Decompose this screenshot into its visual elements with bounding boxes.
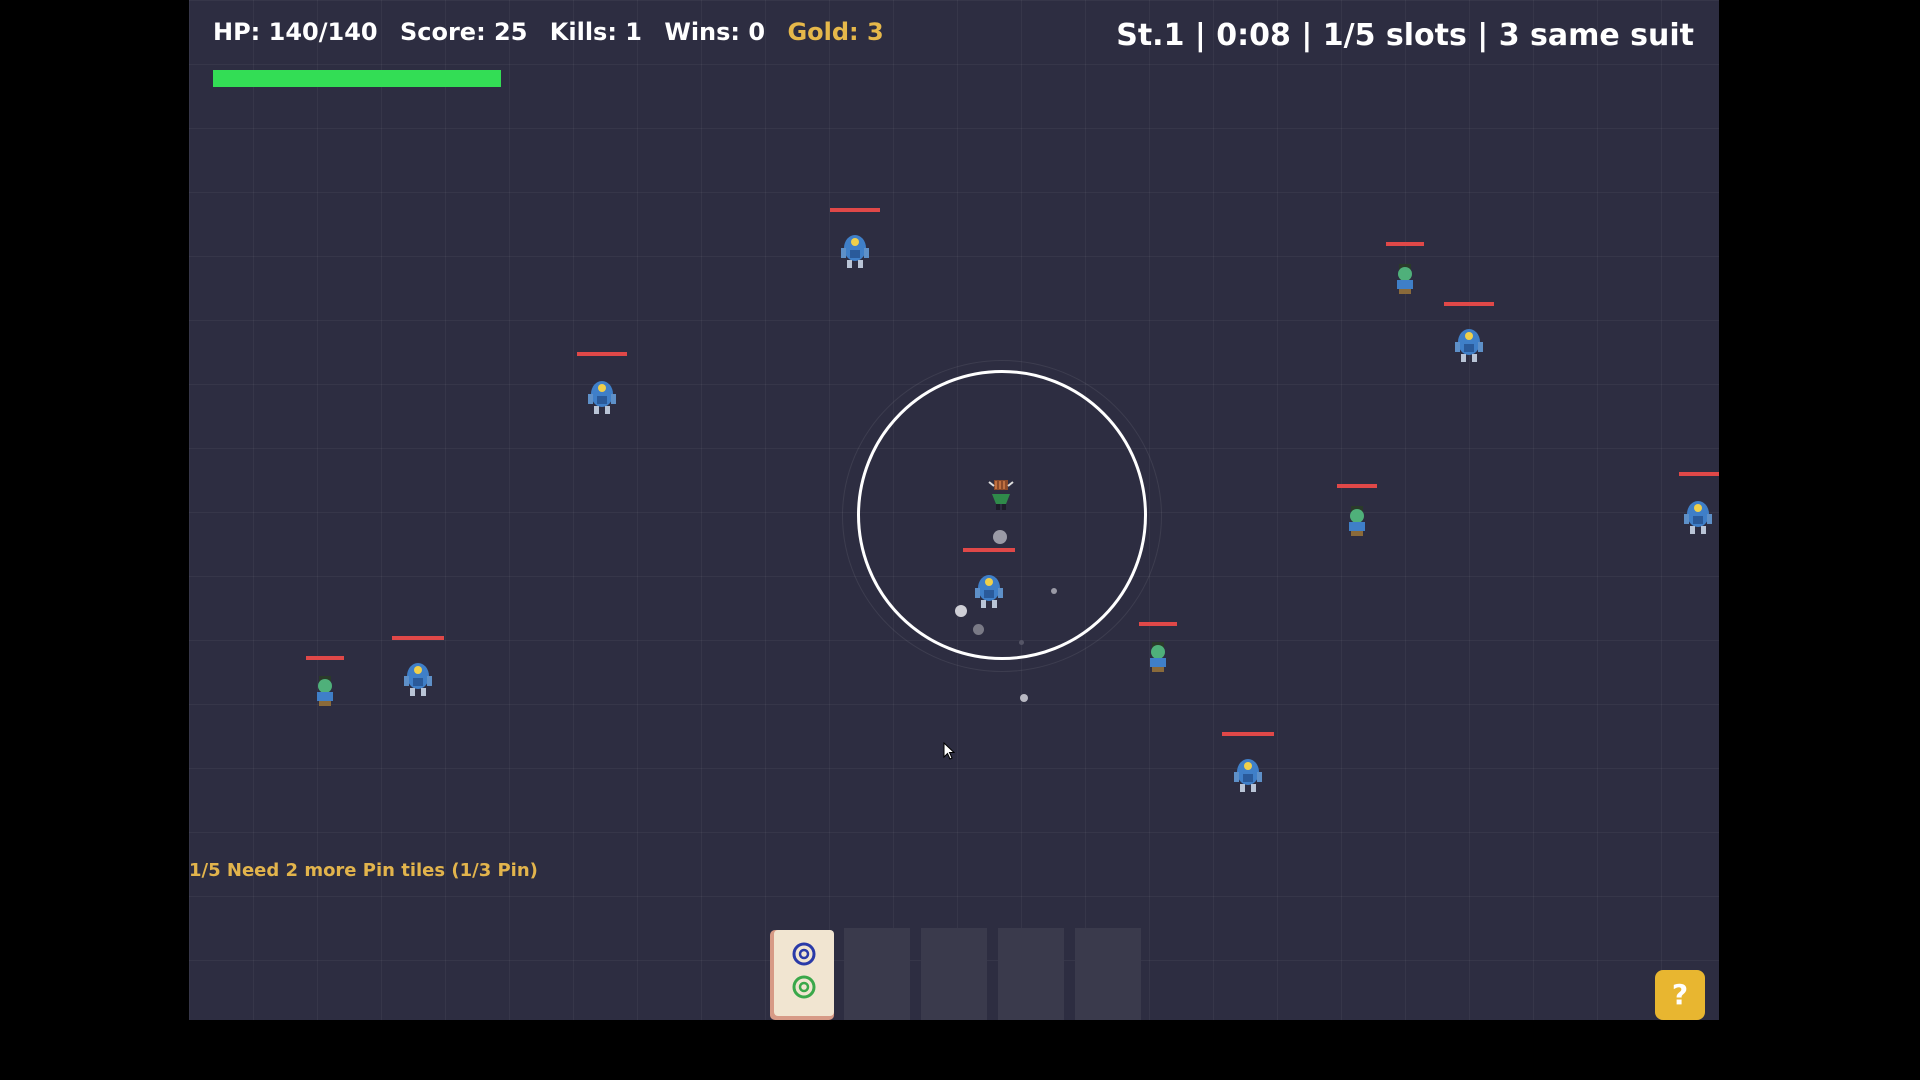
enemy-health-bar	[577, 352, 627, 356]
two-circles-tile-icon	[770, 930, 834, 1020]
enemy-health-bar	[392, 636, 444, 640]
player-character	[986, 478, 1016, 516]
gold-label: Gold: 3	[787, 18, 884, 46]
help-button[interactable]: ?	[1655, 970, 1705, 1020]
enemy-health-bar	[1337, 484, 1377, 488]
hud-stats: HP: 140/140 Score: 25 Kills: 1 Wins: 0 G…	[213, 18, 898, 46]
enemy-robot	[1679, 472, 1719, 538]
projectile	[1051, 588, 1057, 594]
enemy-goblin	[1386, 242, 1424, 296]
hp-bar	[213, 70, 501, 87]
tile-status-hint: 1/5 Need 2 more Pin tiles (1/3 Pin)	[189, 860, 538, 881]
tile-slot-1[interactable]	[767, 928, 834, 1020]
projectile	[1019, 640, 1024, 645]
enemy-goblin	[1337, 484, 1377, 538]
tile-slot-2	[844, 928, 910, 1020]
enemy-goblin	[1139, 622, 1177, 674]
enemy-robot	[963, 548, 1015, 612]
tile-slot-3	[921, 928, 987, 1020]
enemy-health-bar	[963, 548, 1015, 552]
enemy-health-bar	[1222, 732, 1274, 736]
enemy-health-bar	[1444, 302, 1494, 306]
stage-info: St.1 | 0:08 | 1/5 slots | 3 same suit	[1116, 18, 1694, 53]
mouse-cursor-icon	[943, 741, 956, 764]
score-label: Score: 25	[399, 18, 528, 46]
enemy-robot	[830, 208, 880, 272]
kills-label: Kills: 1	[549, 18, 642, 46]
enemy-robot	[392, 636, 444, 700]
enemy-robot	[1222, 732, 1274, 796]
enemy-health-bar	[306, 656, 344, 660]
projectile	[993, 530, 1007, 544]
enemy-goblin	[306, 656, 344, 708]
enemy-health-bar	[1679, 472, 1719, 476]
wins-label: Wins: 0	[664, 18, 766, 46]
projectile	[973, 624, 984, 635]
tile-slot-5	[1075, 928, 1141, 1020]
tile-slot-4	[998, 928, 1064, 1020]
hp-label: HP: 140/140	[213, 18, 378, 46]
enemy-health-bar	[1386, 242, 1424, 246]
game-arena[interactable]: HP: 140/140 Score: 25 Kills: 1 Wins: 0 G…	[189, 0, 1719, 1020]
enemy-robot	[1444, 302, 1494, 366]
enemy-robot	[577, 352, 627, 418]
enemy-health-bar	[1139, 622, 1177, 626]
hp-bar-fill	[213, 70, 501, 87]
enemy-health-bar	[830, 208, 880, 212]
projectile	[955, 605, 967, 617]
projectile	[1020, 694, 1028, 702]
